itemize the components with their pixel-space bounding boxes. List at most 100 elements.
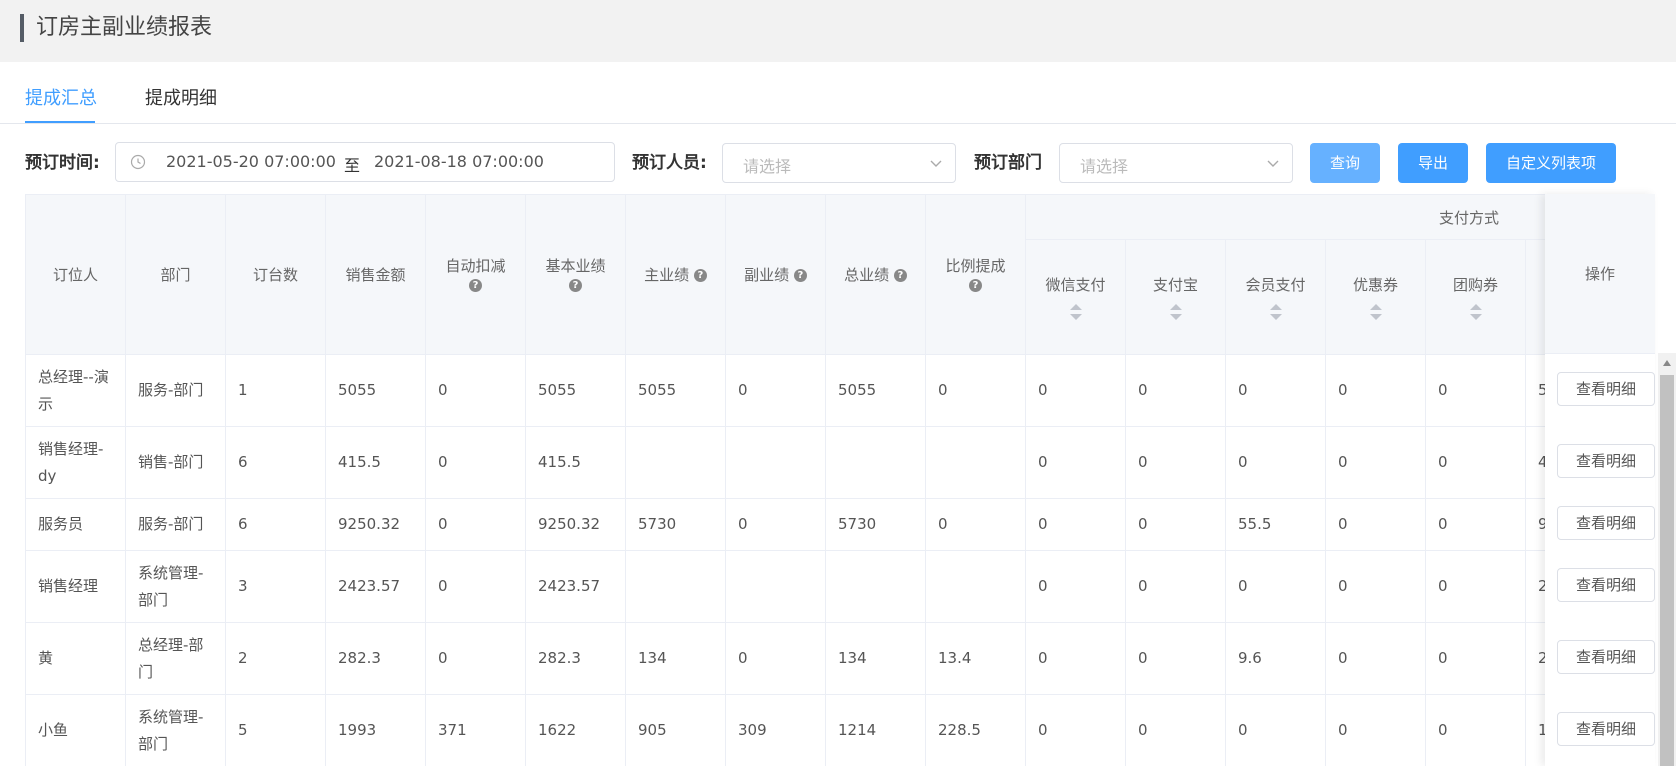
- view-detail-button[interactable]: 查看明细: [1557, 372, 1655, 406]
- view-detail-button[interactable]: 查看明细: [1557, 640, 1655, 674]
- table-row: 总经理--演示 服务-部门 1 5055 0 5055 5055 0 5055 …: [25, 354, 1655, 427]
- cell-total-perf: [825, 426, 926, 499]
- col-header-coupon-label: 优惠券: [1352, 275, 1398, 294]
- col-header-base-perf-label: 基本业绩: [545, 257, 606, 275]
- cell-sales: 5055: [325, 354, 426, 427]
- scrollbar-thumb[interactable]: [1660, 375, 1674, 766]
- col-header-alipay-label: 支付宝: [1152, 275, 1198, 294]
- cell-coupon: 0: [1325, 426, 1426, 499]
- cell-member: 0: [1225, 426, 1326, 499]
- col-header-base-perf: 基本业绩 ?: [525, 194, 626, 355]
- tab-commission-detail[interactable]: 提成明细: [145, 86, 217, 112]
- end-date-input[interactable]: 2021-08-18 07:00:00: [374, 152, 544, 171]
- cell-alipay: 0: [1125, 694, 1226, 766]
- cell-alipay: 0: [1125, 622, 1226, 695]
- cell-group-buy: 0: [1425, 354, 1526, 427]
- col-header-operation: 操作: [1545, 194, 1655, 354]
- col-header-alipay[interactable]: 支付宝: [1125, 239, 1226, 355]
- cell-tables: 5: [225, 694, 326, 766]
- cell-sub-perf: [725, 550, 826, 623]
- question-circle-icon[interactable]: ?: [969, 279, 982, 292]
- view-detail-button[interactable]: 查看明细: [1557, 712, 1655, 746]
- cell-auto-deduct: 0: [425, 426, 526, 499]
- question-circle-icon[interactable]: ?: [469, 279, 482, 292]
- cell-coupon: 0: [1325, 622, 1426, 695]
- booking-staff-select[interactable]: 请选择: [722, 143, 956, 183]
- vertical-scrollbar[interactable]: [1658, 353, 1676, 766]
- report-table: 订位人 部门 订台数 销售金额 自动扣减 ? 基本业绩 ? 主业绩 ? 副业绩: [25, 194, 1655, 766]
- col-header-wechat[interactable]: 微信支付: [1025, 239, 1126, 355]
- sort-caret-icon[interactable]: [1069, 303, 1083, 321]
- tab-bar: 提成汇总 提成明细: [0, 62, 1676, 124]
- sort-caret-icon[interactable]: [1269, 303, 1283, 321]
- question-circle-icon[interactable]: ?: [569, 279, 582, 292]
- cell-wechat: 0: [1025, 694, 1126, 766]
- view-detail-button[interactable]: 查看明细: [1557, 568, 1655, 602]
- cell-alipay: 0: [1125, 354, 1226, 427]
- cell-group-buy: 0: [1425, 622, 1526, 695]
- tab-commission-summary[interactable]: 提成汇总: [25, 86, 97, 112]
- operation-column: 操作 查看明细 查看明细 查看明细 查看明细 查看明细 查看明细: [1545, 194, 1655, 766]
- cell-sub-perf: 0: [725, 354, 826, 427]
- start-date-input[interactable]: 2021-05-20 07:00:00: [166, 152, 336, 171]
- cell-main-perf: 5730: [625, 498, 726, 551]
- cell-sub-perf: 0: [725, 622, 826, 695]
- custom-columns-button[interactable]: 自定义列表项: [1486, 143, 1616, 183]
- cell-sub-perf: 309: [725, 694, 826, 766]
- cell-ratio-comm: 228.5: [925, 694, 1026, 766]
- cell-main-perf: 905: [625, 694, 726, 766]
- cell-tables: 6: [225, 498, 326, 551]
- question-circle-icon[interactable]: ?: [693, 269, 707, 282]
- sort-caret-icon[interactable]: [1169, 303, 1183, 321]
- cell-member: 9.6: [1225, 622, 1326, 695]
- view-detail-button[interactable]: 查看明细: [1557, 506, 1655, 540]
- table-row: 小鱼 系统管理-部门 5 1993 371 1622 905 309 1214 …: [25, 694, 1655, 766]
- col-header-ratio-comm: 比例提成 ?: [925, 194, 1026, 355]
- cell-base-perf: 282.3: [525, 622, 626, 695]
- table-row: 黄 总经理-部门 2 282.3 0 282.3 134 0 134 13.4 …: [25, 622, 1655, 695]
- cell-ratio-comm: 0: [925, 354, 1026, 427]
- cell-alipay: 0: [1125, 498, 1226, 551]
- cell-coupon: 0: [1325, 354, 1426, 427]
- clock-icon: [130, 154, 146, 170]
- cell-ratio-comm: [925, 426, 1026, 499]
- table-row: 销售经理 系统管理-部门 3 2423.57 0 2423.57 0 0 0 0…: [25, 550, 1655, 623]
- col-header-wechat-label: 微信支付: [1045, 275, 1106, 294]
- cell-tables: 3: [225, 550, 326, 623]
- cell-member: 0: [1225, 354, 1326, 427]
- col-header-total-perf: 总业绩 ?: [825, 194, 926, 355]
- cell-total-perf: 1214: [825, 694, 926, 766]
- cell-total-perf: 5730: [825, 498, 926, 551]
- cell-member: 0: [1225, 694, 1326, 766]
- cell-main-perf: [625, 426, 726, 499]
- cell-dept: 服务-部门: [125, 498, 226, 551]
- cell-sub-perf: [725, 426, 826, 499]
- booking-dept-select[interactable]: 请选择: [1059, 143, 1293, 183]
- question-circle-icon[interactable]: ?: [793, 269, 807, 282]
- sort-caret-icon[interactable]: [1369, 303, 1383, 321]
- cell-base-perf: 1622: [525, 694, 626, 766]
- col-header-dept: 部门: [125, 194, 226, 355]
- cell-ratio-comm: [925, 550, 1026, 623]
- date-range-picker[interactable]: 2021-05-20 07:00:00 至 2021-08-18 07:00:0…: [115, 142, 615, 182]
- cell-tables: 6: [225, 426, 326, 499]
- col-header-auto-deduct: 自动扣减 ?: [425, 194, 526, 355]
- query-button[interactable]: 查询: [1310, 143, 1380, 183]
- export-button[interactable]: 导出: [1398, 143, 1468, 183]
- sort-caret-icon[interactable]: [1469, 303, 1483, 321]
- cell-group-buy: 0: [1425, 694, 1526, 766]
- cell-main-perf: 5055: [625, 354, 726, 427]
- col-header-coupon[interactable]: 优惠券: [1325, 239, 1426, 355]
- page-title: 订房主副业绩报表: [36, 15, 213, 40]
- cell-group-buy: 0: [1425, 426, 1526, 499]
- view-detail-button[interactable]: 查看明细: [1557, 444, 1655, 478]
- cell-booker: 服务员: [25, 498, 126, 551]
- scroll-up-arrow-icon[interactable]: [1662, 359, 1672, 367]
- cell-wechat: 0: [1025, 354, 1126, 427]
- question-circle-icon[interactable]: ?: [893, 269, 907, 282]
- cell-base-perf: 2423.57: [525, 550, 626, 623]
- col-header-member[interactable]: 会员支付: [1225, 239, 1326, 355]
- col-header-total-perf-label: 总业绩: [844, 266, 890, 284]
- cell-group-buy: 0: [1425, 498, 1526, 551]
- col-header-group-buy[interactable]: 团购券: [1425, 239, 1526, 355]
